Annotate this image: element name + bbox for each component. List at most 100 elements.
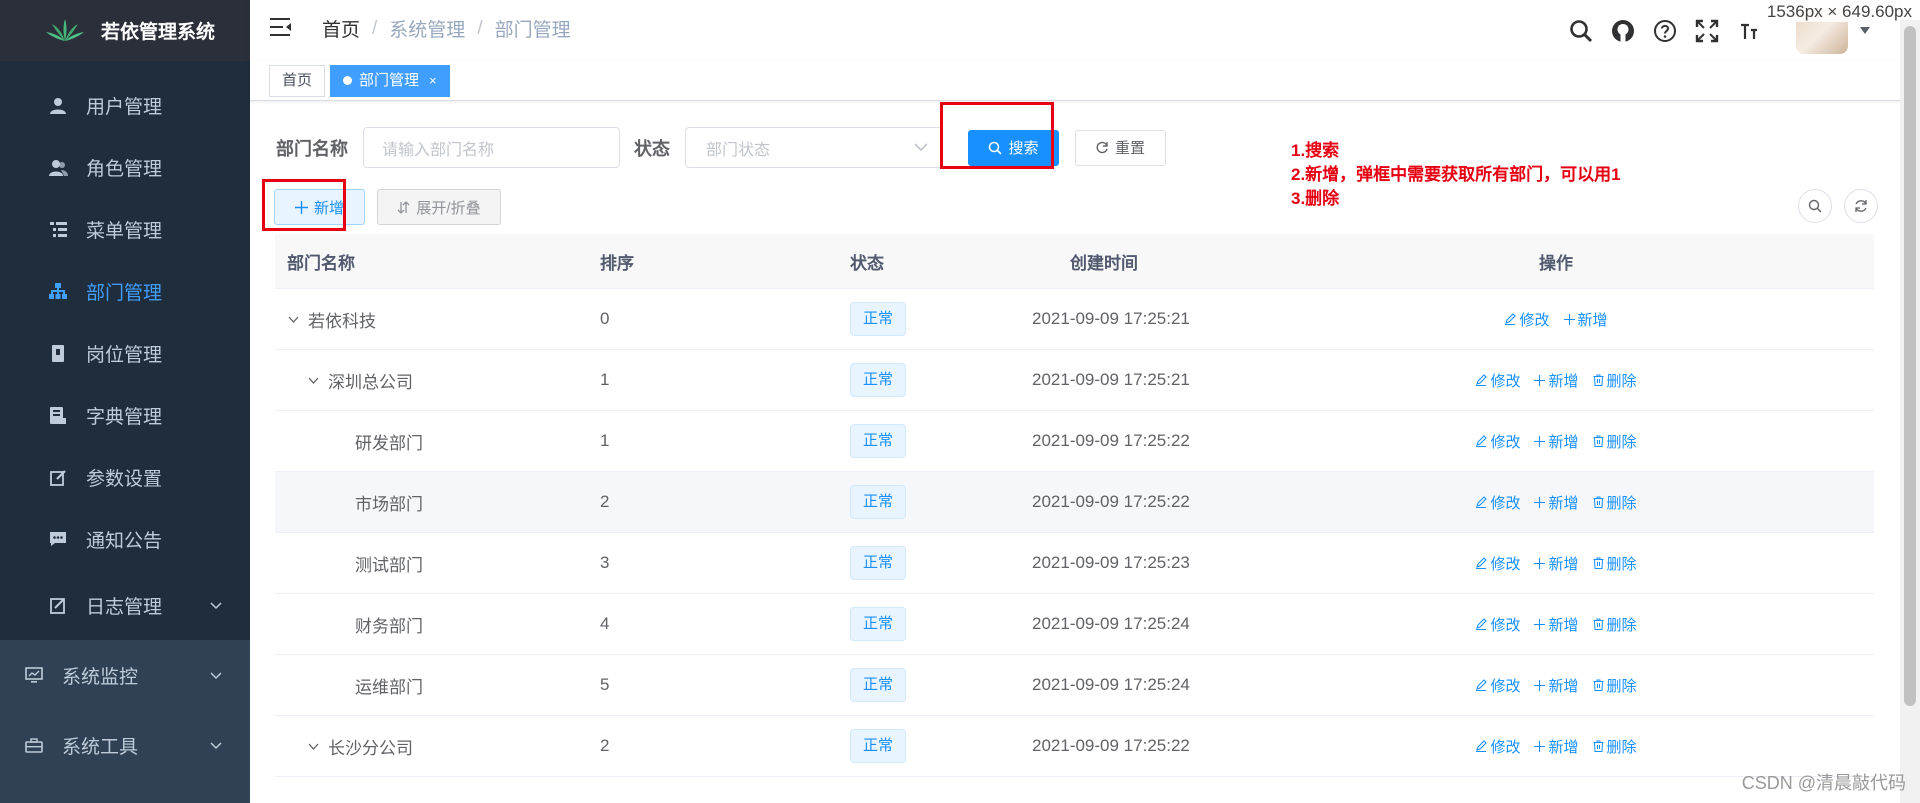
- plus-icon: [1534, 435, 1546, 447]
- toggle-search-button[interactable]: [1798, 189, 1832, 223]
- monitor-icon: [24, 665, 44, 685]
- add-child-button[interactable]: 新增: [1534, 370, 1579, 391]
- add-child-button[interactable]: 新增: [1534, 492, 1579, 513]
- logo-icon: [46, 18, 84, 41]
- scrollbar[interactable]: [1900, 20, 1920, 803]
- dept-table: 部门名称 排序 状态 创建时间 操作 若依科技 0 正常 2021-09-09 17:…: [275, 234, 1874, 777]
- status-badge: 正常: [850, 363, 907, 397]
- sidebar-item-label: 字典管理: [86, 406, 163, 428]
- edit-button[interactable]: 修改: [1475, 370, 1520, 391]
- expand-collapse-button[interactable]: 展开/折叠: [377, 189, 501, 225]
- edit-icon: [1476, 374, 1488, 386]
- cell-sort: 5: [600, 675, 610, 694]
- github-icon[interactable]: [1609, 17, 1637, 45]
- table-header: 部门名称 排序 状态 创建时间 操作: [275, 234, 1874, 289]
- dept-name-input[interactable]: 请输入部门名称: [363, 127, 620, 168]
- edit-button[interactable]: 修改: [1504, 309, 1550, 330]
- expand-chevron-icon[interactable]: [307, 740, 320, 753]
- breadcrumb-home[interactable]: 首页: [322, 15, 360, 42]
- sidebar-item-label: 菜单管理: [86, 220, 163, 242]
- sidebar-item-config[interactable]: 参数设置: [0, 446, 250, 508]
- edit-button[interactable]: 修改: [1475, 614, 1520, 635]
- delete-button[interactable]: 删除: [1593, 736, 1637, 757]
- delete-button[interactable]: 删除: [1593, 492, 1637, 513]
- add-child-button[interactable]: 新增: [1534, 736, 1579, 757]
- cell-status: 正常: [850, 363, 990, 397]
- cell-sort: 4: [600, 614, 610, 633]
- user-icon: [48, 95, 68, 115]
- scrollbar-thumb[interactable]: [1904, 26, 1916, 706]
- cell-dept-name: 若依科技: [275, 307, 600, 332]
- cell-actions: 修改 新增 删除: [1238, 675, 1874, 696]
- delete-button[interactable]: 删除: [1593, 675, 1637, 696]
- add-child-button[interactable]: 新增: [1534, 675, 1579, 696]
- add-child-button[interactable]: 新增: [1563, 309, 1608, 330]
- cell-sort: 3: [600, 553, 610, 572]
- expand-chevron-icon[interactable]: [307, 374, 320, 387]
- sidebar-item-notice[interactable]: 通知公告: [0, 508, 250, 570]
- chevron-down-icon: [210, 742, 222, 750]
- action-group: 修改 新增 删除: [1475, 614, 1637, 635]
- edit-button[interactable]: 修改: [1475, 675, 1520, 696]
- sidebar-item-menu[interactable]: 菜单管理: [0, 198, 250, 260]
- add-child-button[interactable]: 新增: [1534, 553, 1579, 574]
- search-icon[interactable]: [1567, 17, 1595, 45]
- tag-current[interactable]: 部门管理 ×: [330, 65, 450, 97]
- dict-icon: [48, 405, 68, 425]
- sidebar-group-tool[interactable]: 系统工具: [0, 710, 250, 780]
- delete-button[interactable]: 删除: [1593, 553, 1637, 574]
- cell-actions: 修改 新增 删除: [1238, 736, 1874, 757]
- add-child-button[interactable]: 新增: [1534, 431, 1579, 452]
- sidebar-group-monitor[interactable]: 系统监控: [0, 640, 250, 710]
- dept-name-label: 部门名称: [276, 138, 348, 159]
- watermark: CSDN @清晨敲代码: [1741, 773, 1906, 793]
- dept-name: 测试部门: [355, 555, 423, 575]
- delete-button[interactable]: 删除: [1593, 431, 1637, 452]
- edit-button[interactable]: 修改: [1475, 431, 1520, 452]
- add-child-button[interactable]: 新增: [1534, 614, 1579, 635]
- font-size-icon[interactable]: [1735, 17, 1763, 45]
- hamburger-icon[interactable]: [270, 17, 292, 37]
- main-content: 部门名称 请输入部门名称 状态 部门状态 搜索 重置 新增 展开/折叠 1.搜索…: [250, 101, 1900, 803]
- create-time: 2021-09-09 17:25:22: [1032, 736, 1190, 755]
- sidebar-item-user[interactable]: 用户管理: [0, 74, 250, 136]
- edit-button[interactable]: 修改: [1475, 492, 1520, 513]
- post-icon: [48, 343, 68, 363]
- sidebar-item-dict[interactable]: 字典管理: [0, 384, 250, 446]
- sidebar-item-post[interactable]: 岗位管理: [0, 322, 250, 384]
- table-row: 市场部门 2 正常 2021-09-09 17:25:22 修改 新增 删除: [275, 472, 1874, 533]
- delete-button[interactable]: 删除: [1593, 370, 1637, 391]
- expand-chevron-icon[interactable]: [287, 313, 300, 326]
- close-icon[interactable]: ×: [429, 73, 437, 88]
- annotation-line-2: 2.新增，弹框中需要获取所有部门，可以用1: [1291, 165, 1621, 184]
- caret-down-icon[interactable]: [1860, 26, 1870, 35]
- plus-icon: [1534, 374, 1546, 386]
- table-row: 财务部门 4 正常 2021-09-09 17:25:24 修改 新增 删除: [275, 594, 1874, 655]
- col-status: 状态: [850, 253, 884, 273]
- peoples-icon: [48, 157, 68, 177]
- cell-actions: 修改 新增: [1238, 309, 1874, 330]
- dept-name: 长沙分公司: [328, 738, 413, 758]
- status-select[interactable]: 部门状态: [685, 127, 943, 168]
- fullscreen-icon[interactable]: [1693, 17, 1721, 45]
- edit-button[interactable]: 修改: [1475, 553, 1520, 574]
- sidebar-item-role[interactable]: 角色管理: [0, 136, 250, 198]
- tag-home[interactable]: 首页: [269, 65, 326, 97]
- sidebar-item-dept[interactable]: 部门管理: [0, 260, 250, 322]
- delete-button[interactable]: 删除: [1593, 614, 1637, 635]
- delete-icon: [1593, 557, 1603, 569]
- cell-dept-name: 运维部门: [275, 673, 600, 698]
- tree-table-icon: [48, 219, 68, 239]
- edit-button[interactable]: 修改: [1475, 736, 1520, 757]
- delete-icon: [1593, 435, 1603, 447]
- breadcrumb-dept: 部门管理: [494, 20, 571, 41]
- sidebar-item-log[interactable]: 日志管理: [0, 570, 250, 640]
- table-row: 深圳总公司 1 正常 2021-09-09 17:25:21 修改 新增 删除: [275, 350, 1874, 411]
- logo[interactable]: 若依管理系统: [0, 0, 250, 61]
- refresh-button[interactable]: [1844, 189, 1878, 223]
- question-icon[interactable]: [1651, 17, 1679, 45]
- status-badge: 正常: [850, 546, 907, 580]
- reset-button[interactable]: 重置: [1075, 129, 1166, 166]
- cell-status: 正常: [850, 302, 990, 336]
- refresh-icon: [1096, 141, 1108, 154]
